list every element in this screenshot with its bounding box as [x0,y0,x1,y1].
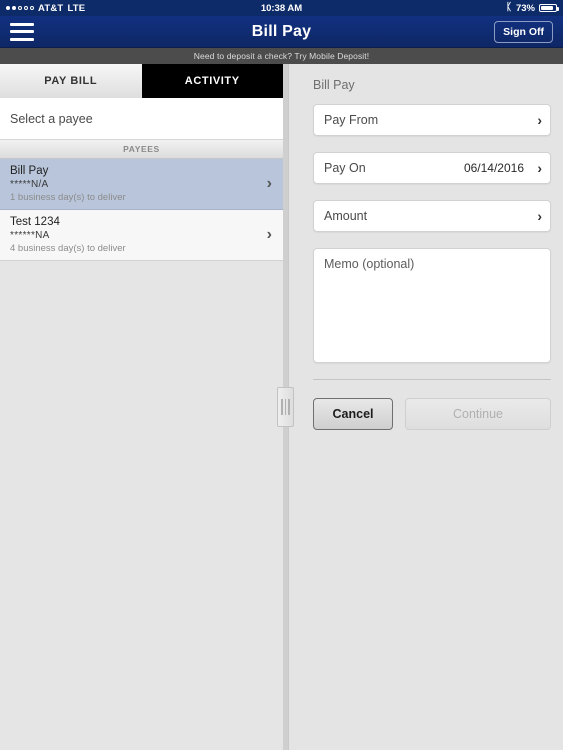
amount-label: Amount [324,209,368,223]
payee-name: Bill Pay [10,165,49,177]
sign-off-button[interactable]: Sign Off [494,20,553,43]
app-root: AT&T LTE 10:38 AM ᛕ 73% Bill Pay Sign Of… [0,0,563,750]
carrier-label: AT&T [38,2,64,14]
tab-bar: PAY BILL ACTIVITY [0,64,283,98]
payee-account: ******NA [10,230,50,241]
hamburger-menu-icon[interactable] [10,22,34,41]
form-divider [313,379,551,380]
split-divider[interactable] [277,64,294,750]
page-title: Bill Pay [251,22,312,40]
split-view: PAY BILL ACTIVITY Select a payee PAYEES … [0,64,563,750]
payee-delivery-time: 1 business day(s) to deliver [10,192,126,203]
chevron-right-icon: › [266,175,272,192]
payee-account: *****N/A [10,179,49,190]
list-item[interactable]: Bill Pay *****N/A 1 business day(s) to d… [0,159,283,210]
payee-name: Test 1234 [10,216,60,228]
status-bar-right: ᛕ 73% [505,2,559,14]
signal-strength-icon [6,6,34,10]
chevron-right-icon: › [537,208,542,224]
pay-from-field[interactable]: Pay From › [313,104,551,136]
drag-handle-icon[interactable] [277,387,294,427]
list-item[interactable]: Test 1234 ******NA 4 business day(s) to … [0,210,283,261]
status-bar: AT&T LTE 10:38 AM ᛕ 73% [0,0,563,16]
pay-on-field[interactable]: Pay On 06/14/2016 › [313,152,551,184]
cancel-button[interactable]: Cancel [313,398,393,430]
chevron-right-icon: › [266,226,272,243]
amount-field[interactable]: Amount › [313,200,551,232]
form-title: Bill Pay [313,78,355,92]
right-panel: Bill Pay Pay From › Pay On 06/14/2016 › … [288,64,563,750]
pay-on-label: Pay On [324,161,366,175]
network-type-label: LTE [67,2,86,14]
chevron-right-icon: › [537,112,542,128]
pay-on-value: 06/14/2016 [463,161,524,175]
tab-activity[interactable]: ACTIVITY [141,64,283,98]
continue-button[interactable]: Continue [405,398,551,430]
battery-icon [539,4,559,12]
select-payee-prompt: Select a payee [0,98,283,140]
memo-input[interactable]: Memo (optional) [313,248,551,363]
promo-banner[interactable]: Need to deposit a check? Try Mobile Depo… [0,48,563,64]
bluetooth-icon: ᛕ [505,2,512,13]
battery-percent-label: 73% [515,2,535,14]
chevron-right-icon: › [537,160,542,176]
form-actions: Cancel Continue [313,398,551,430]
left-panel: PAY BILL ACTIVITY Select a payee PAYEES … [0,64,283,750]
payee-delivery-time: 4 business day(s) to deliver [10,243,126,254]
pay-from-label: Pay From [324,113,379,127]
bill-pay-form: Bill Pay Pay From › Pay On 06/14/2016 › … [289,64,563,430]
payees-section-header: PAYEES [0,140,283,159]
tab-pay-bill[interactable]: PAY BILL [0,64,142,98]
nav-bar: Bill Pay Sign Off [0,16,563,48]
status-bar-left: AT&T LTE [6,3,85,14]
